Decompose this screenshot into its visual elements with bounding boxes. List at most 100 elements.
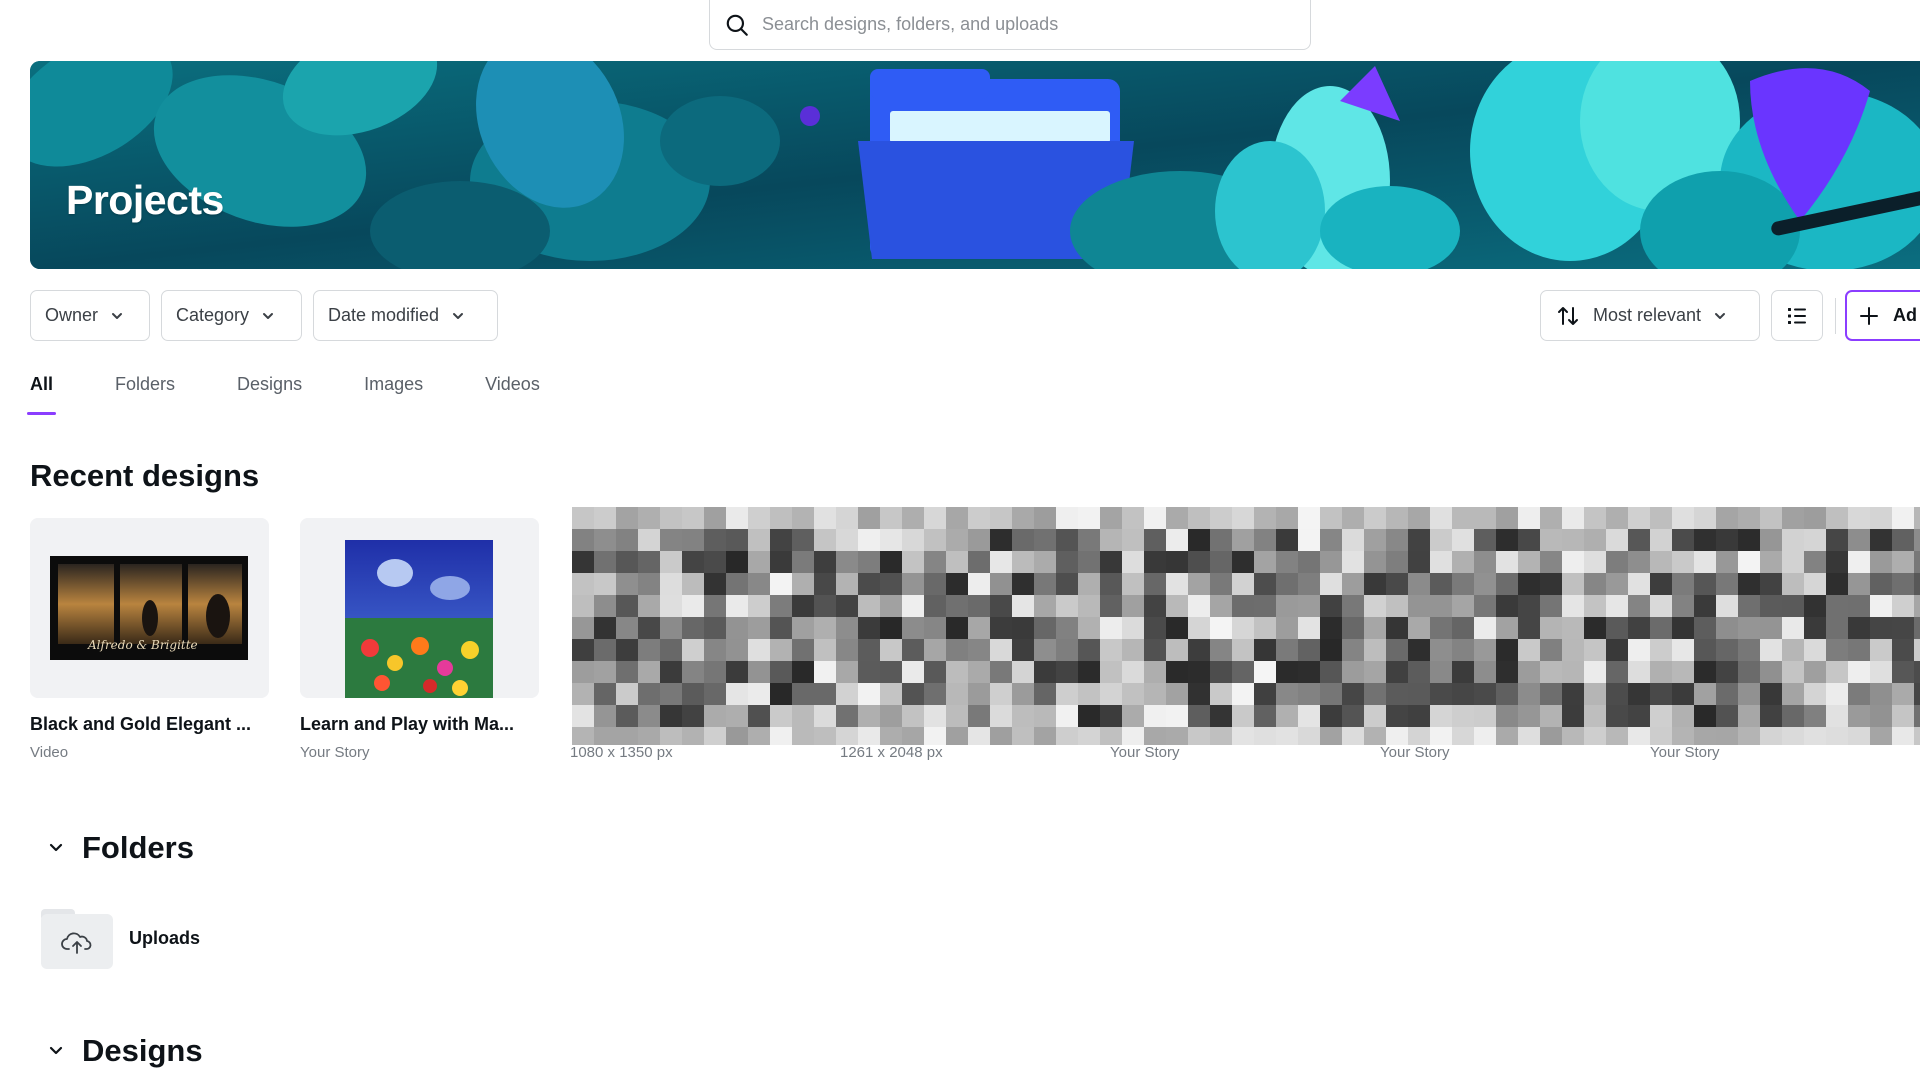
mosaic-cell — [1518, 595, 1540, 617]
search-bar[interactable] — [709, 0, 1311, 50]
mosaic-cell — [1298, 661, 1320, 683]
mosaic-cell — [1870, 683, 1892, 705]
mosaic-cell — [814, 727, 836, 745]
mosaic-cell — [1012, 595, 1034, 617]
mosaic-cell — [1122, 617, 1144, 639]
mosaic-cell — [990, 507, 1012, 529]
mosaic-cell — [1540, 507, 1562, 529]
mosaic-cell — [1078, 595, 1100, 617]
mosaic-cell — [1474, 595, 1496, 617]
mosaic-cell — [1144, 573, 1166, 595]
mosaic-cell — [1826, 727, 1848, 745]
uploads-folder[interactable] — [41, 909, 113, 969]
sort-dropdown[interactable]: Most relevant — [1540, 290, 1760, 341]
mosaic-cell — [1914, 617, 1920, 639]
mosaic-cell — [1606, 727, 1628, 745]
mosaic-cell — [1276, 573, 1298, 595]
mosaic-cell — [1716, 705, 1738, 727]
design-card-title[interactable]: Black and Gold Elegant ... — [30, 714, 251, 735]
mosaic-cell — [858, 573, 880, 595]
mosaic-cell — [1892, 507, 1914, 529]
mosaic-cell — [1562, 727, 1584, 745]
folders-section-toggle[interactable]: Folders — [46, 830, 194, 866]
mosaic-cell — [836, 595, 858, 617]
tab-all[interactable]: All — [26, 374, 57, 415]
mosaic-cell — [1232, 705, 1254, 727]
list-view-button[interactable] — [1771, 290, 1823, 341]
design-card-thumbnail[interactable]: Alfredo & Brigitte — [30, 518, 269, 698]
mosaic-cell — [990, 661, 1012, 683]
mosaic-cell — [726, 507, 748, 529]
design-thumbnail-image — [30, 518, 269, 698]
mosaic-cell — [1320, 595, 1342, 617]
designs-section-toggle[interactable]: Designs — [46, 1033, 203, 1069]
design-card-dimensions: 1080 x 1350 px — [570, 744, 673, 761]
mosaic-cell — [1012, 573, 1034, 595]
mosaic-cell — [660, 661, 682, 683]
mosaic-cell — [1804, 727, 1826, 745]
mosaic-cell — [990, 551, 1012, 573]
mosaic-cell — [902, 595, 924, 617]
mosaic-cell — [1210, 727, 1232, 745]
mosaic-cell — [902, 705, 924, 727]
mosaic-cell — [726, 573, 748, 595]
mosaic-cell — [1760, 683, 1782, 705]
mosaic-cell — [1804, 595, 1826, 617]
owner-filter[interactable]: Owner — [30, 290, 150, 341]
mosaic-cell — [814, 595, 836, 617]
mosaic-cell — [990, 727, 1012, 745]
mosaic-cell — [1078, 529, 1100, 551]
mosaic-cell — [726, 705, 748, 727]
mosaic-cell — [1232, 661, 1254, 683]
mosaic-cell — [1914, 683, 1920, 705]
mosaic-cell — [748, 705, 770, 727]
date-modified-filter[interactable]: Date modified — [313, 290, 498, 341]
mosaic-cell — [704, 661, 726, 683]
mosaic-cell — [572, 551, 594, 573]
mosaic-cell — [1826, 551, 1848, 573]
redacted-designs-mosaic — [572, 507, 1920, 745]
tab-folders[interactable]: Folders — [115, 374, 175, 414]
mosaic-cell — [1496, 595, 1518, 617]
mosaic-cell — [748, 661, 770, 683]
mosaic-cell — [1914, 727, 1920, 745]
mosaic-cell — [1188, 573, 1210, 595]
mosaic-cell — [792, 705, 814, 727]
mosaic-cell — [836, 617, 858, 639]
mosaic-cell — [1738, 617, 1760, 639]
mosaic-cell — [1188, 639, 1210, 661]
mosaic-cell — [1496, 705, 1518, 727]
tab-videos[interactable]: Videos — [485, 374, 540, 414]
mosaic-cell — [1320, 507, 1342, 529]
category-filter[interactable]: Category — [161, 290, 302, 341]
mosaic-cell — [902, 551, 924, 573]
mosaic-cell — [1122, 705, 1144, 727]
mosaic-cell — [1606, 573, 1628, 595]
mosaic-cell — [924, 705, 946, 727]
mosaic-cell — [1232, 529, 1254, 551]
mosaic-cell — [1144, 639, 1166, 661]
mosaic-cell — [1760, 529, 1782, 551]
search-input[interactable] — [762, 14, 1282, 35]
mosaic-cell — [1452, 617, 1474, 639]
design-card-title[interactable]: Learn and Play with Ma... — [300, 714, 514, 735]
design-card-thumbnail[interactable] — [300, 518, 539, 698]
mosaic-cell — [616, 507, 638, 529]
mosaic-cell — [1628, 507, 1650, 529]
mosaic-cell — [968, 705, 990, 727]
tab-designs[interactable]: Designs — [237, 374, 302, 414]
mosaic-cell — [1210, 507, 1232, 529]
add-new-button[interactable]: Ad — [1845, 290, 1920, 341]
mosaic-cell — [1452, 661, 1474, 683]
mosaic-cell — [1166, 661, 1188, 683]
mosaic-cell — [1496, 529, 1518, 551]
mosaic-cell — [924, 617, 946, 639]
mosaic-cell — [1276, 683, 1298, 705]
mosaic-cell — [1276, 529, 1298, 551]
folder-name[interactable]: Uploads — [129, 928, 200, 949]
mosaic-cell — [1474, 727, 1496, 745]
mosaic-cell — [1012, 529, 1034, 551]
mosaic-cell — [1210, 573, 1232, 595]
mosaic-cell — [1452, 529, 1474, 551]
tab-images[interactable]: Images — [364, 374, 423, 414]
